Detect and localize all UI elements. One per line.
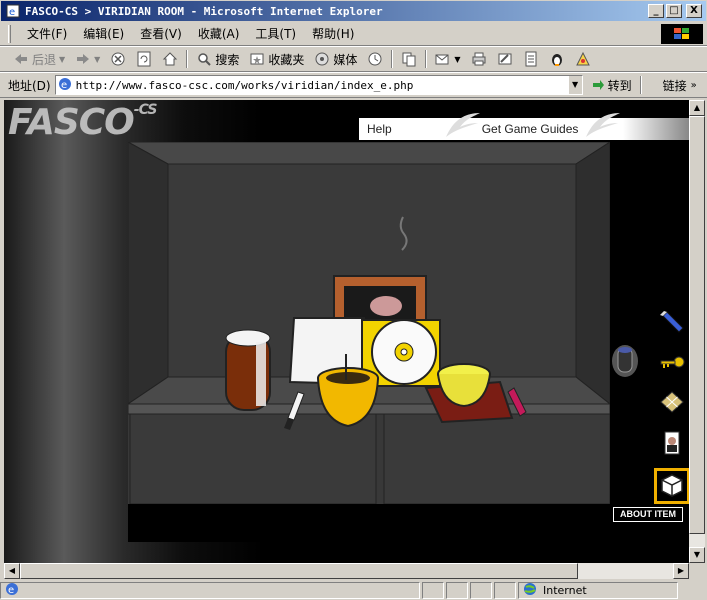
close-button[interactable]: X	[686, 4, 702, 18]
site-logo[interactable]: FASCO-CS	[8, 102, 157, 143]
address-bar: 地址(D) e http://www.fasco-csc.com/works/v…	[0, 72, 707, 98]
home-icon	[162, 51, 178, 67]
status-message: e	[0, 581, 420, 599]
mail-button[interactable]: ▼	[430, 51, 465, 67]
ie-icon: e	[5, 3, 21, 19]
message-area	[128, 504, 610, 542]
flashlight-icon	[659, 310, 685, 339]
inventory-slot-flashlight[interactable]	[658, 310, 686, 338]
refresh-icon	[136, 51, 152, 67]
horizontal-scroll-thumb[interactable]	[20, 563, 578, 579]
print-button[interactable]	[466, 51, 492, 67]
edit-icon	[497, 51, 513, 67]
forward-arrow-icon	[75, 51, 91, 67]
media-icon	[314, 51, 330, 67]
media-button[interactable]: 媒体	[309, 51, 362, 68]
edit-button[interactable]	[492, 51, 518, 67]
favorites-button[interactable]: 收藏夹	[244, 51, 309, 68]
stop-button[interactable]	[105, 51, 131, 67]
status-bar: e Internet	[0, 580, 707, 600]
menu-bar: 文件(F) 编辑(E) 查看(V) 收藏(A) 工具(T) 帮助(H)	[0, 22, 707, 46]
document-icon	[523, 51, 539, 67]
can-icon	[610, 345, 640, 381]
svg-text:e: e	[8, 585, 14, 596]
address-input[interactable]: e http://www.fasco-csc.com/works/viridia…	[54, 75, 583, 95]
penguin-icon	[549, 51, 565, 67]
wing-icon	[442, 112, 482, 142]
svg-text:e: e	[61, 80, 67, 91]
menu-help[interactable]: 帮助(H)	[304, 25, 362, 42]
history-button[interactable]	[362, 51, 388, 67]
history-icon	[367, 51, 383, 67]
inventory-slot-photo[interactable]	[658, 430, 686, 458]
favorites-icon	[249, 51, 265, 67]
search-icon	[196, 51, 212, 67]
go-button[interactable]: 转到	[591, 77, 632, 94]
held-item[interactable]	[610, 344, 640, 378]
top-navigation: Help Get Game Guides	[359, 112, 689, 142]
menu-view[interactable]: 查看(V)	[132, 25, 190, 42]
inventory-slot-tiles[interactable]	[658, 390, 686, 418]
window-title: FASCO-CS > VIRIDIAN ROOM - Microsoft Int…	[25, 4, 383, 18]
print-icon	[471, 51, 487, 67]
minimize-button[interactable]: _	[648, 4, 664, 18]
home-button[interactable]	[157, 51, 183, 67]
back-button[interactable]: 后退 ▼	[8, 51, 70, 68]
wing-icon-2	[582, 112, 622, 142]
horizontal-scrollbar[interactable]: ◀ ▶	[4, 563, 689, 579]
go-arrow-icon	[591, 77, 605, 94]
vertical-scroll-thumb[interactable]	[689, 116, 705, 534]
discuss-button[interactable]	[518, 51, 544, 67]
address-label: 地址(D)	[8, 78, 51, 93]
title-bar: e FASCO-CS > VIRIDIAN ROOM - Microsoft I…	[0, 0, 707, 22]
scroll-down-button[interactable]: ▼	[689, 547, 705, 563]
messenger-button[interactable]	[544, 51, 570, 67]
tile-icon	[659, 390, 685, 419]
menu-file[interactable]: 文件(F)	[19, 25, 75, 42]
vertical-scrollbar[interactable]: ▲ ▼	[689, 100, 705, 563]
search-button[interactable]: 搜索	[191, 51, 244, 68]
svg-text:e: e	[9, 7, 15, 18]
windows-logo-icon	[661, 24, 703, 44]
mail-icon	[435, 51, 451, 67]
links-toolbar[interactable]: 链接	[663, 77, 687, 94]
stop-icon	[110, 51, 126, 67]
scroll-left-button[interactable]: ◀	[4, 563, 20, 579]
back-arrow-icon	[13, 51, 29, 67]
cube-icon	[660, 473, 684, 500]
menu-favorites[interactable]: 收藏(A)	[190, 25, 248, 42]
help-link[interactable]: Help	[367, 122, 392, 136]
key-icon	[659, 350, 685, 379]
game-guides-link[interactable]: Get Game Guides	[482, 122, 579, 136]
page-status-icon: e	[5, 582, 19, 599]
inventory-slot-key[interactable]	[658, 350, 686, 378]
security-zone: Internet	[518, 581, 678, 599]
page-icon: e	[58, 77, 72, 94]
copy-icon	[401, 51, 417, 67]
refresh-button[interactable]	[131, 51, 157, 67]
about-item-button[interactable]: ABOUT ITEM	[613, 507, 683, 522]
copy-button[interactable]	[396, 51, 422, 67]
address-dropdown-button[interactable]: ▼	[567, 76, 582, 94]
inventory-slot-cube-selected[interactable]	[654, 468, 689, 504]
scroll-right-button[interactable]: ▶	[673, 563, 689, 579]
game-viewport[interactable]	[128, 142, 610, 504]
forward-button[interactable]: ▼	[70, 51, 105, 67]
tools-extra-button[interactable]	[570, 51, 596, 67]
globe-icon	[523, 582, 537, 599]
scroll-up-button[interactable]: ▲	[689, 100, 705, 116]
menu-tools[interactable]: 工具(T)	[247, 25, 304, 42]
web-content: FASCO-CS Help Get Game Guides ABOUT ITEM	[4, 100, 689, 563]
maximize-button[interactable]: □	[666, 4, 682, 18]
toolbar: 后退 ▼ ▼ 搜索 收藏夹 媒体 ▼	[0, 46, 707, 72]
tools-icon	[575, 51, 591, 67]
photo-icon	[659, 430, 685, 459]
address-url: http://www.fasco-csc.com/works/viridian/…	[75, 78, 414, 92]
menu-edit[interactable]: 编辑(E)	[75, 25, 132, 42]
